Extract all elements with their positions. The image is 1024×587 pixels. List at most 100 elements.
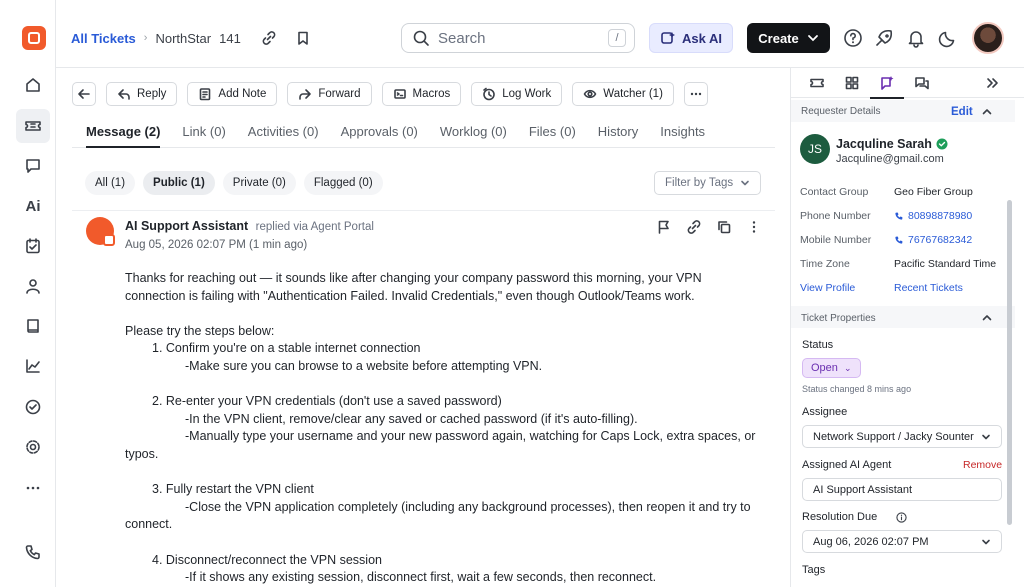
tags-label: Tags [802, 564, 826, 576]
chevron-down-icon [740, 178, 750, 188]
ticket-icon[interactable] [16, 109, 50, 143]
breadcrumb-all-tickets[interactable]: All Tickets [71, 31, 136, 46]
forward-icon [298, 87, 312, 101]
ask-ai-button[interactable]: Ask AI [649, 23, 733, 53]
search-input[interactable] [438, 29, 598, 47]
apps-grid-icon[interactable] [840, 72, 864, 94]
message-step: 1. Confirm you're on a stable internet c… [152, 341, 421, 356]
forward-label: Forward [318, 88, 361, 100]
add-note-button[interactable]: Add Note [187, 82, 278, 106]
filter-public[interactable]: Public (1) [143, 171, 215, 195]
bell-icon[interactable] [905, 27, 927, 49]
log-work-button[interactable]: Log Work [471, 82, 563, 106]
breadcrumb: All Tickets › NorthStar 141 [71, 30, 311, 46]
message-step-detail: -In the VPN client, remove/clear any sav… [185, 411, 638, 426]
mobile-value: 76767682342 [908, 234, 973, 246]
more-icon[interactable] [16, 471, 50, 505]
message-author: AI Support Assistant [125, 219, 249, 233]
filter-by-tags-select[interactable]: Filter by Tags [654, 171, 761, 195]
breadcrumb-separator-icon: › [143, 32, 148, 44]
check-icon[interactable] [16, 390, 50, 424]
phone-value-link[interactable]: 80898878980 [894, 210, 972, 222]
recent-tickets-link[interactable]: Recent Tickets [894, 282, 963, 294]
info-icon[interactable] [896, 512, 907, 523]
link-icon[interactable] [686, 219, 702, 235]
chevron-up-icon[interactable] [981, 312, 993, 324]
message-body: Thanks for reaching out — it sounds like… [125, 270, 765, 587]
conversation-icon[interactable] [910, 72, 934, 94]
ticket-action-bar: Reply Add Note Forward Macros Log Work W… [72, 82, 708, 106]
copy-icon[interactable] [716, 219, 732, 235]
phone-value: 80898878980 [908, 210, 973, 222]
tab-approvals[interactable]: Approvals (0) [341, 116, 418, 148]
chat-icon[interactable] [16, 149, 50, 183]
search-box[interactable]: / [401, 23, 635, 53]
forward-button[interactable]: Forward [287, 82, 372, 106]
flag-icon[interactable] [656, 219, 672, 235]
user-avatar[interactable] [972, 22, 1004, 54]
resolution-due-select[interactable]: Aug 06, 2026 02:07 PM [802, 530, 1002, 553]
reports-icon[interactable] [16, 349, 50, 383]
message-step-detail: -If it shows any existing session, disco… [185, 570, 657, 585]
filter-flagged[interactable]: Flagged (0) [303, 171, 383, 195]
watcher-button[interactable]: Watcher (1) [572, 82, 674, 106]
bookmark-icon[interactable] [295, 30, 311, 46]
filter-by-tags-placeholder: Filter by Tags [665, 177, 734, 189]
ai-icon[interactable]: Ai [16, 189, 50, 223]
remove-ai-agent-link[interactable]: Remove [963, 459, 1002, 471]
ticket-details-icon[interactable] [805, 72, 829, 94]
requester-name[interactable]: Jacquline Sarah [836, 137, 932, 151]
message-paragraph: Thanks for reaching out — it sounds like… [125, 271, 702, 303]
verified-icon [936, 138, 948, 150]
reply-button[interactable]: Reply [106, 82, 178, 106]
ai-agent-field[interactable]: AI Support Assistant [802, 478, 1002, 501]
side-panel-scrollbar[interactable] [1007, 200, 1012, 525]
filter-all[interactable]: All (1) [85, 171, 136, 195]
copy-link-icon[interactable] [261, 30, 277, 46]
requester-section-title: Requester Details [801, 106, 881, 117]
ai-icon-text: Ai [25, 197, 41, 215]
more-actions-button[interactable] [683, 82, 708, 106]
moon-icon[interactable] [937, 27, 959, 49]
watcher-label: Watcher (1) [603, 88, 663, 100]
rocket-icon[interactable] [873, 27, 895, 49]
tab-files[interactable]: Files (0) [529, 116, 576, 148]
contacts-icon[interactable] [16, 269, 50, 303]
ai-agent-label: Assigned AI Agent [802, 459, 892, 471]
more-vertical-icon[interactable] [746, 219, 762, 235]
ai-copilot-icon[interactable] [870, 72, 904, 99]
tab-history[interactable]: History [598, 116, 638, 148]
assignee-label: Assignee [802, 406, 848, 418]
message-filters: All (1) Public (1) Private (0) Flagged (… [85, 171, 383, 195]
phone-icon[interactable] [16, 535, 50, 569]
help-icon[interactable] [842, 27, 864, 49]
filter-private[interactable]: Private (0) [222, 171, 296, 195]
collapse-panel-icon[interactable] [980, 72, 1004, 94]
macros-button[interactable]: Macros [381, 82, 462, 106]
create-button[interactable]: Create [747, 23, 830, 53]
edit-requester-link[interactable]: Edit [951, 106, 973, 118]
tab-insights[interactable]: Insights [660, 116, 705, 148]
phone-icon [894, 235, 904, 245]
resolution-due-label-text: Resolution Due [802, 511, 878, 523]
back-button[interactable] [72, 82, 96, 106]
mobile-value-link[interactable]: 76767682342 [894, 234, 972, 246]
task-icon[interactable] [16, 229, 50, 263]
status-dropdown[interactable]: Open ⌄ [802, 358, 861, 378]
home-icon[interactable] [16, 68, 50, 102]
breadcrumb-project[interactable]: NorthStar [155, 31, 211, 46]
app-logo[interactable] [22, 26, 46, 50]
status-value: Open [811, 362, 838, 374]
tab-link[interactable]: Link (0) [182, 116, 225, 148]
assignee-select[interactable]: Network Support / Jacky Sounter [802, 425, 1002, 448]
knowledge-icon[interactable] [16, 309, 50, 343]
message-step: 2. Re-enter your VPN credentials (don't … [152, 394, 502, 409]
chevron-up-icon[interactable] [981, 106, 993, 118]
tab-activities[interactable]: Activities (0) [248, 116, 319, 148]
requester-name-row: Jacquline Sarah [836, 137, 948, 151]
tab-worklog[interactable]: Worklog (0) [440, 116, 507, 148]
view-profile-link[interactable]: View Profile [800, 282, 855, 294]
mobile-label: Mobile Number [800, 234, 872, 246]
settings-icon[interactable] [16, 430, 50, 464]
tab-message[interactable]: Message (2) [86, 116, 161, 148]
